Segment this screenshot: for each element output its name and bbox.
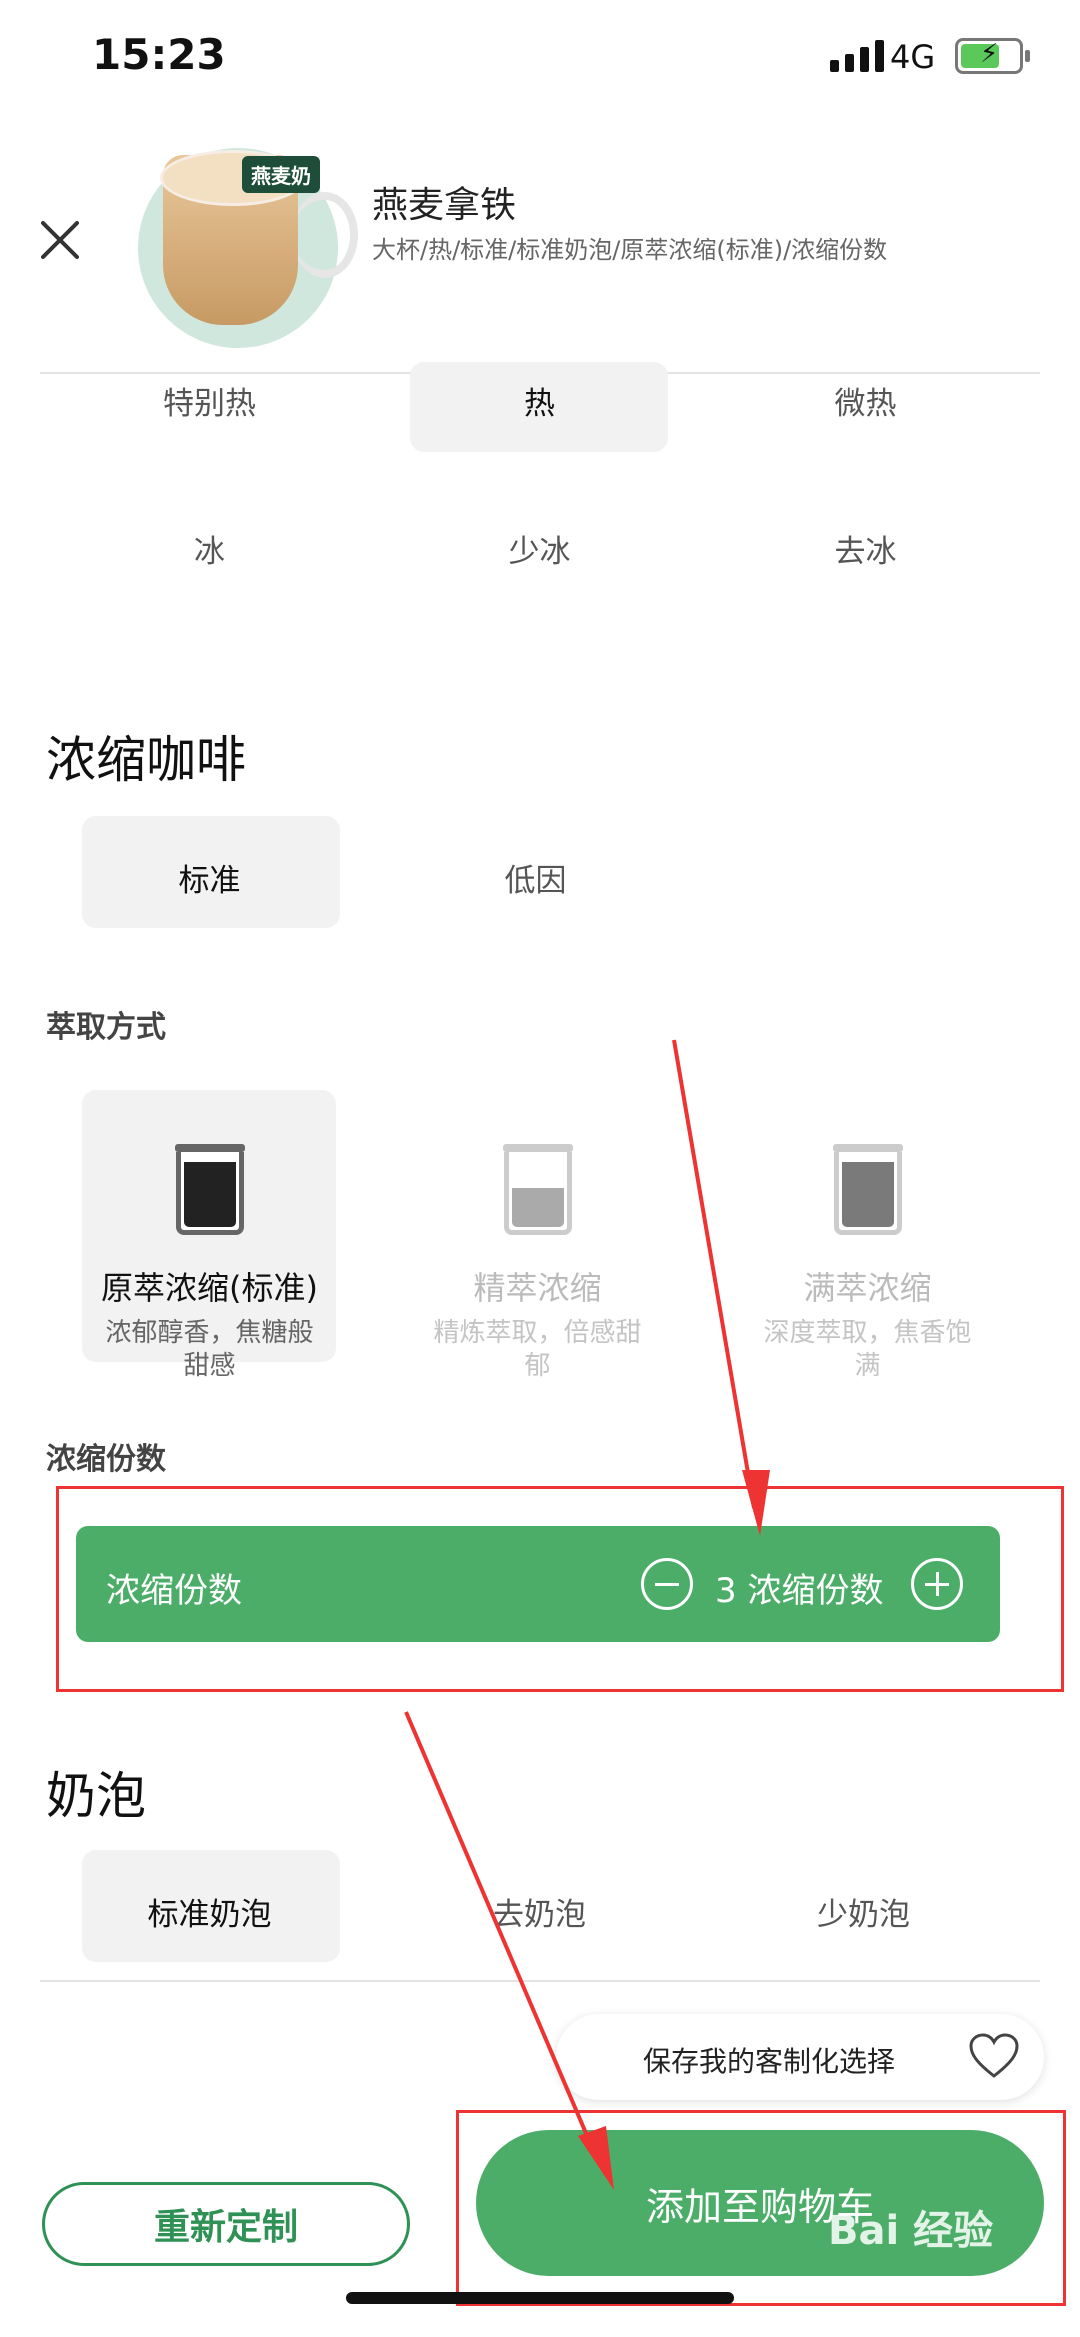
annotation-arrows [404,1039,770,2190]
